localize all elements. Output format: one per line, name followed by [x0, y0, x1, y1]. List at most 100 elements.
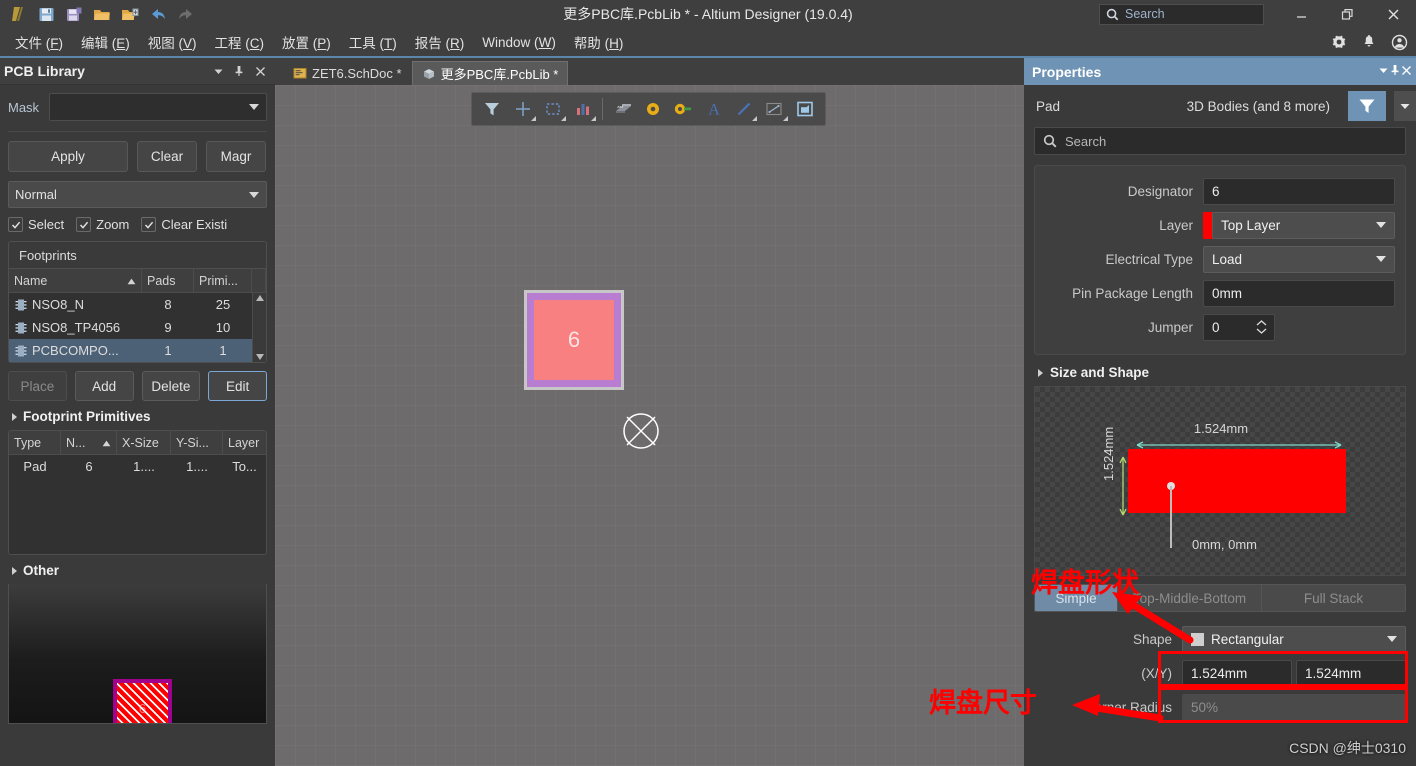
- table-row[interactable]: PCBCOMPO... 1 1: [9, 339, 252, 362]
- footprints-table: Name Pads Primi... NSO8_N 8 25 NSO8_TP40…: [9, 269, 266, 362]
- clear-button[interactable]: Clear: [137, 141, 197, 172]
- global-search-input[interactable]: Search: [1099, 3, 1264, 25]
- menu-place[interactable]: 放置 (P): [273, 29, 340, 55]
- pad-x-size-input[interactable]: 1.524mm: [1182, 659, 1292, 687]
- jumper-stepper[interactable]: 0: [1203, 313, 1275, 341]
- designator-input[interactable]: 6: [1203, 177, 1395, 205]
- magnify-button[interactable]: Magr: [206, 141, 266, 172]
- save-all-icon[interactable]: [60, 2, 88, 26]
- layer-combo[interactable]: Top Layer: [1212, 211, 1395, 239]
- menu-view[interactable]: 视图 (V): [139, 29, 206, 55]
- shape-combo[interactable]: Rectangular: [1182, 625, 1406, 653]
- checkbox-select[interactable]: Select: [8, 217, 64, 232]
- stack-mode-full-stack[interactable]: Full Stack: [1262, 585, 1405, 611]
- delete-button[interactable]: Delete: [141, 371, 201, 401]
- corner-radius-input[interactable]: 50%: [1182, 693, 1406, 721]
- footprint-ic-icon[interactable]: [607, 95, 637, 123]
- save-icon[interactable]: [32, 2, 60, 26]
- menu-window[interactable]: Window (W): [473, 32, 565, 53]
- menu-file[interactable]: 文件 (F): [6, 29, 72, 55]
- tab-pcblib[interactable]: 更多PBC库.PcbLib *: [411, 61, 569, 85]
- menu-reports[interactable]: 报告 (R): [406, 29, 474, 55]
- scroll-up-icon[interactable]: [255, 295, 264, 301]
- scroll-down-icon[interactable]: [255, 354, 264, 360]
- primitives-col-name[interactable]: N...: [61, 431, 117, 454]
- dropdown-corner-icon[interactable]: [530, 116, 536, 121]
- menu-project[interactable]: 工程 (C): [206, 29, 274, 55]
- polygon-pour-icon[interactable]: [790, 95, 820, 123]
- other-section[interactable]: Other: [8, 555, 267, 584]
- pad-y-size-input[interactable]: 1.524mm: [1296, 659, 1406, 687]
- dropdown-corner-icon[interactable]: [591, 116, 597, 121]
- dimension-icon[interactable]: [759, 95, 789, 123]
- footprint-item-icon: [14, 321, 28, 335]
- primitives-col-layer[interactable]: Layer: [223, 431, 266, 454]
- footprints-col-pads[interactable]: Pads: [142, 269, 194, 292]
- panel-menu-chevron-down-icon[interactable]: [209, 62, 227, 80]
- filter-dropdown-chevron-down-icon[interactable]: [1394, 91, 1416, 121]
- mask-combo[interactable]: [49, 93, 267, 121]
- footprints-col-primitives[interactable]: Primi...: [194, 269, 252, 292]
- electrical-type-combo[interactable]: Load: [1203, 245, 1395, 273]
- gear-icon[interactable]: [1330, 33, 1348, 51]
- undo-icon[interactable]: [144, 2, 172, 26]
- pcb-library-canvas[interactable]: A 6: [275, 85, 1024, 766]
- edit-button[interactable]: Edit: [208, 371, 267, 401]
- pad-shape-preview: 1.524mm 1.524mm 0mm, 0mm: [1034, 386, 1406, 576]
- add-button[interactable]: Add: [74, 371, 134, 401]
- properties-menu-chevron-down-icon[interactable]: [1378, 64, 1389, 79]
- mask-mode-combo[interactable]: Normal: [8, 181, 267, 208]
- apply-button[interactable]: Apply: [8, 141, 128, 172]
- altium-logo-icon[interactable]: [4, 2, 32, 26]
- selected-pad[interactable]: 6: [524, 290, 624, 390]
- panel-close-icon[interactable]: [251, 62, 269, 80]
- checkbox-clear-existing[interactable]: Clear Existi: [141, 217, 227, 232]
- filter-objects-button[interactable]: [1348, 91, 1386, 121]
- primitives-col-ysize[interactable]: Y-Si...: [171, 431, 223, 454]
- restore-button[interactable]: [1324, 0, 1370, 28]
- close-button[interactable]: [1370, 0, 1416, 28]
- line-track-icon[interactable]: [729, 95, 759, 123]
- dropdown-corner-icon[interactable]: [561, 116, 567, 121]
- tab-zet6-schdoc[interactable]: ZET6.SchDoc *: [283, 61, 412, 85]
- bell-icon[interactable]: [1360, 33, 1378, 51]
- size-and-shape-section[interactable]: Size and Shape: [1024, 355, 1416, 386]
- object-type-label: Pad: [1036, 98, 1061, 114]
- via-pad-icon[interactable]: [638, 95, 668, 123]
- checkbox-zoom[interactable]: Zoom: [76, 217, 129, 232]
- table-row[interactable]: Pad 6 1.... 1.... To...: [9, 455, 266, 478]
- footprint-primitives-section[interactable]: Footprint Primitives: [8, 401, 267, 430]
- panel-pin-icon[interactable]: [230, 62, 248, 80]
- pad-y-size-value: 1.524mm: [1305, 665, 1362, 681]
- open-project-icon[interactable]: [116, 2, 144, 26]
- minimize-button[interactable]: [1278, 0, 1324, 28]
- dropdown-corner-icon[interactable]: [752, 116, 758, 121]
- properties-pin-icon[interactable]: [1389, 64, 1401, 79]
- stack-mode-simple[interactable]: Simple: [1035, 585, 1118, 611]
- corner-radius-row: Corner Radius 50%: [1034, 690, 1406, 724]
- pad-key-icon[interactable]: [668, 95, 698, 123]
- table-row[interactable]: NSO8_N 8 25: [9, 293, 252, 316]
- layer-row: Layer Top Layer: [1045, 208, 1395, 242]
- primitives-col-xsize[interactable]: X-Size: [117, 431, 171, 454]
- text-string-icon[interactable]: A: [699, 95, 729, 123]
- selection-box-icon[interactable]: [538, 95, 568, 123]
- footprints-scrollbar[interactable]: [252, 293, 266, 362]
- properties-search-input[interactable]: Search: [1034, 127, 1406, 155]
- pin-package-length-input[interactable]: 0mm: [1203, 279, 1395, 307]
- primitives-col-type[interactable]: Type: [9, 431, 61, 454]
- component-chart-icon[interactable]: [568, 95, 598, 123]
- user-account-icon[interactable]: [1390, 33, 1408, 51]
- menu-tools[interactable]: 工具 (T): [340, 29, 406, 55]
- open-folder-icon[interactable]: [88, 2, 116, 26]
- table-row[interactable]: NSO8_TP4056 9 10: [9, 316, 252, 339]
- crosshair-place-icon[interactable]: [507, 95, 537, 123]
- menu-help[interactable]: 帮助 (H): [565, 29, 633, 55]
- filter-tool-icon[interactable]: [477, 95, 507, 123]
- footprints-col-name[interactable]: Name: [9, 269, 142, 292]
- dropdown-corner-icon[interactable]: [782, 116, 788, 121]
- place-button[interactable]: Place: [8, 371, 67, 401]
- properties-close-icon[interactable]: [1401, 64, 1412, 79]
- menu-edit[interactable]: 编辑 (E): [72, 29, 139, 55]
- stack-mode-top-middle-bottom[interactable]: Top-Middle-Bottom: [1118, 585, 1262, 611]
